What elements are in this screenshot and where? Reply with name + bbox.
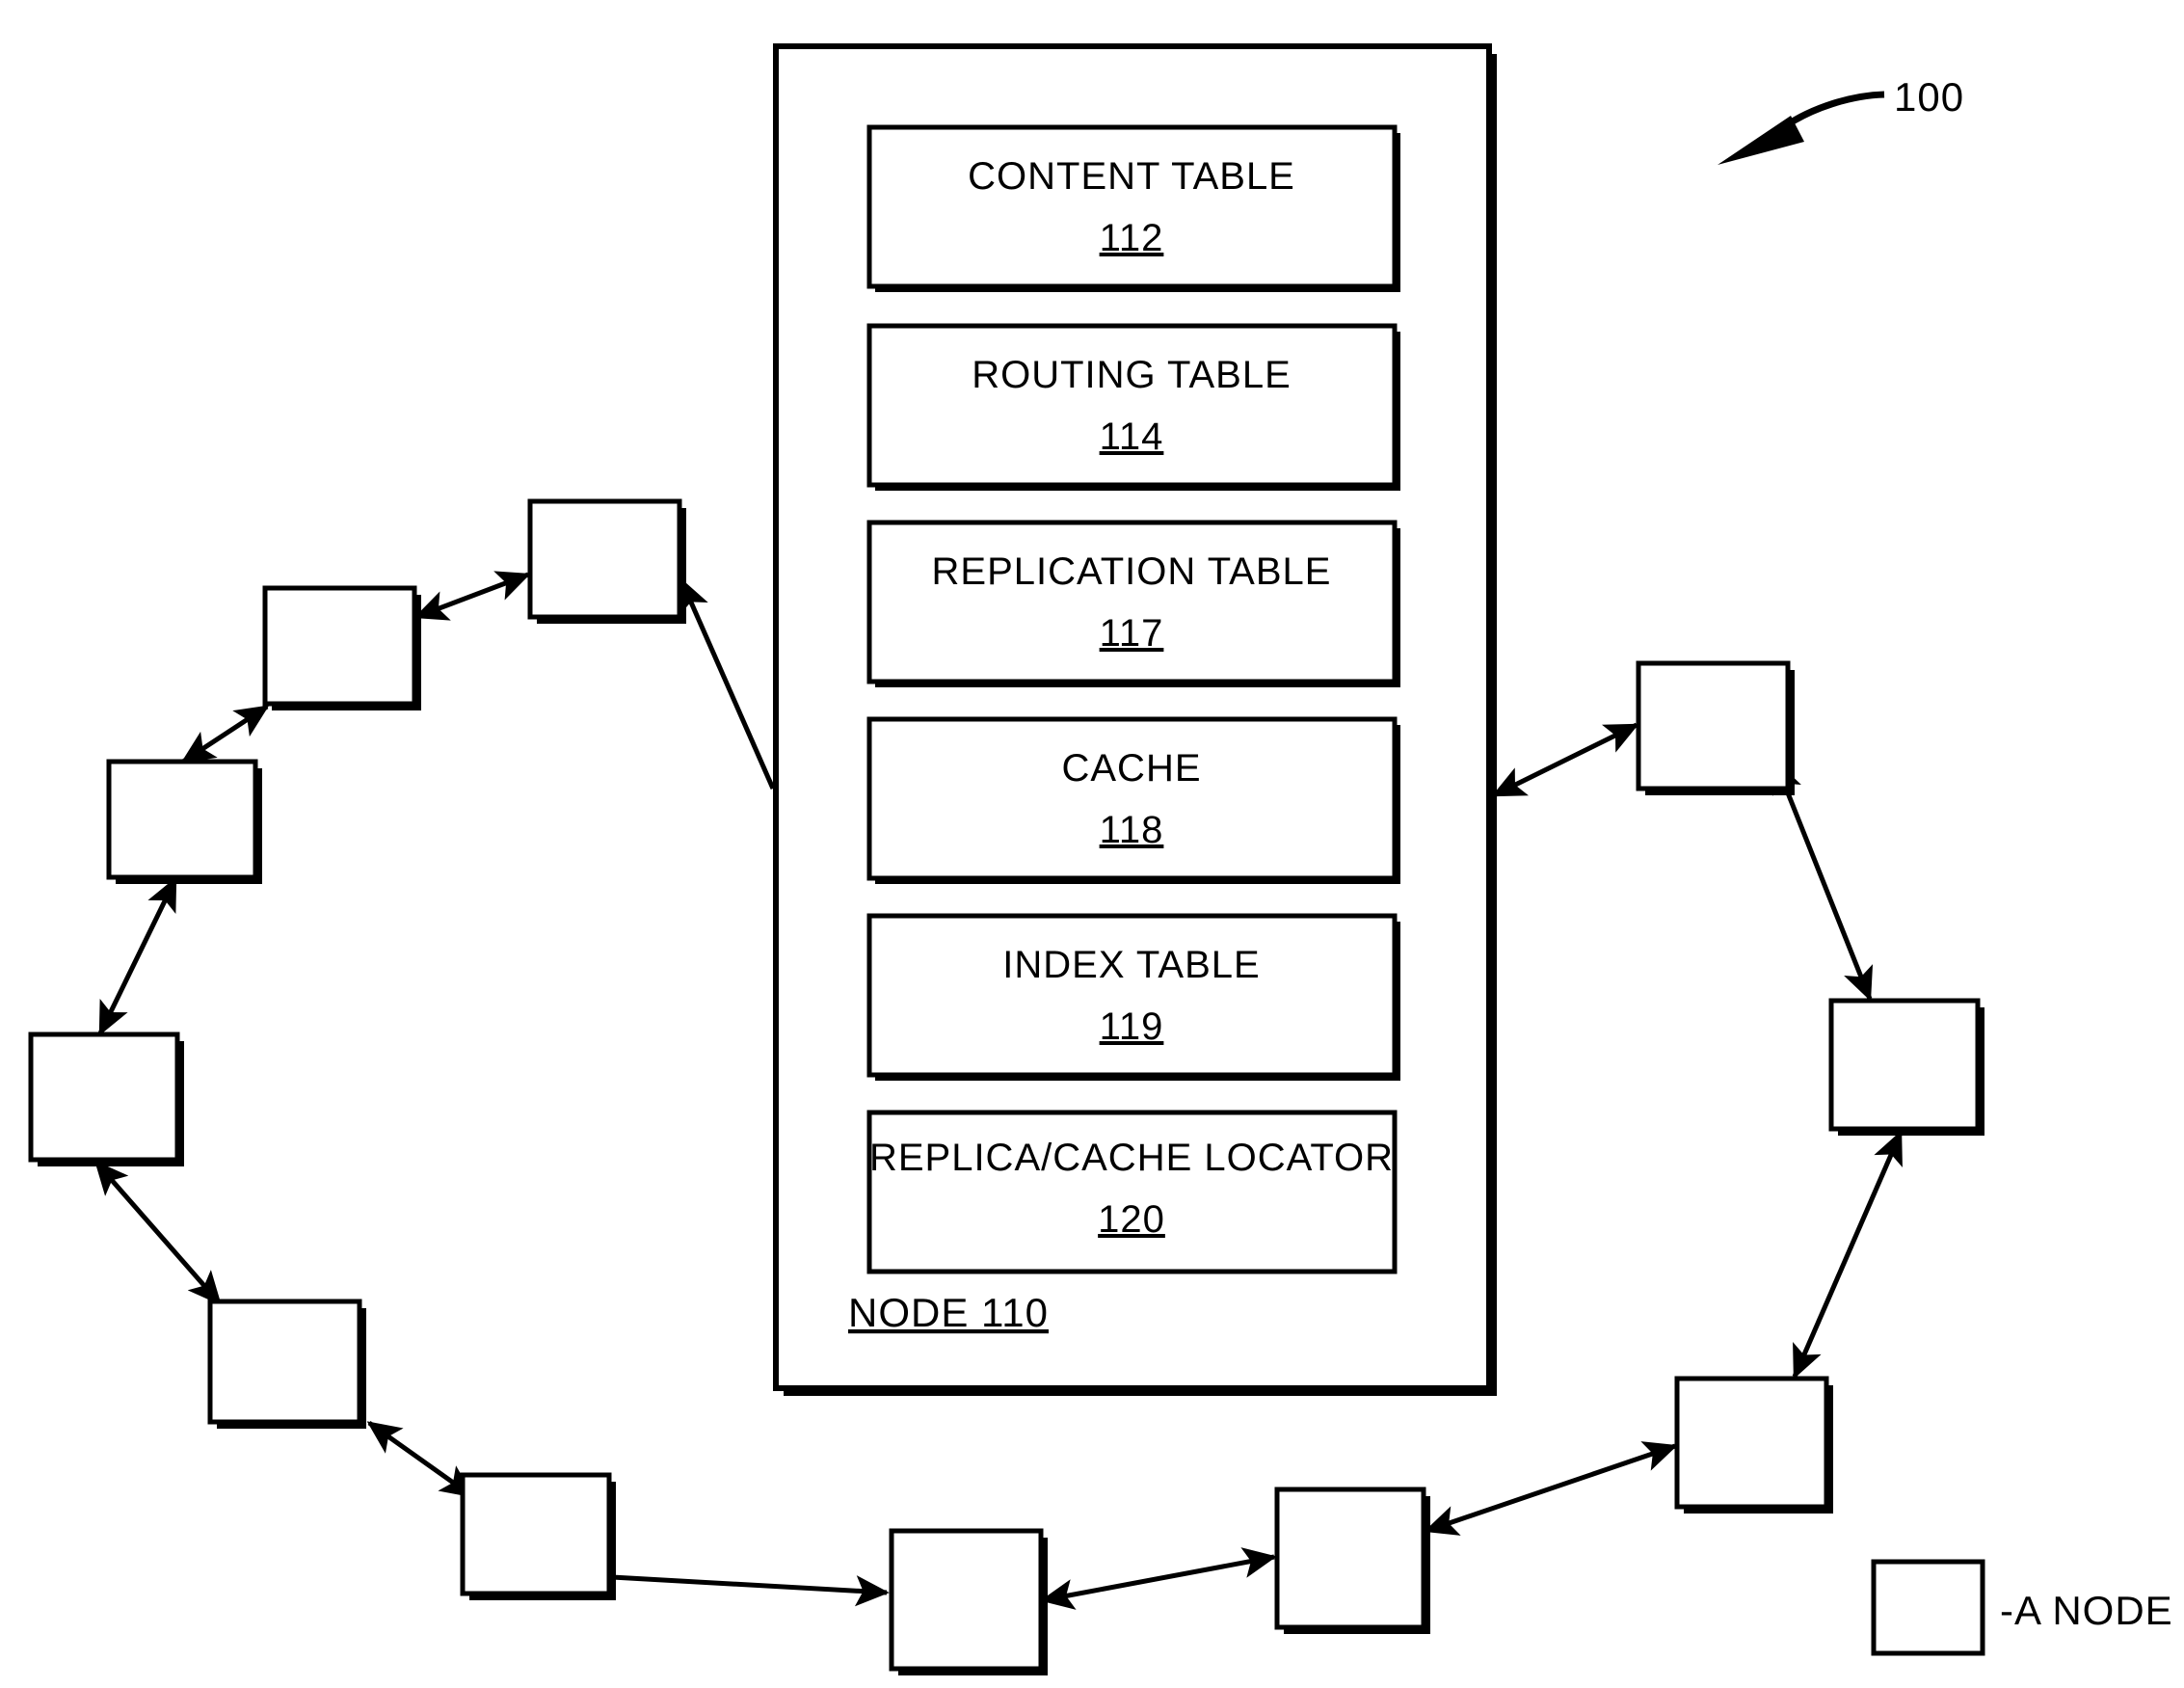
node-ring-6[interactable] <box>460 1472 612 1596</box>
component-replication-table[interactable]: REPLICATION TABLE 117 <box>866 520 1400 687</box>
component-replication-table-outline <box>866 520 1398 684</box>
component-replica-cache-locator-title: REPLICA/CACHE LOCATOR <box>869 1137 1394 1179</box>
connection-2-3 <box>180 704 270 764</box>
component-content-table-number: 112 <box>1100 217 1164 259</box>
node-ring-5[interactable] <box>207 1299 362 1425</box>
reference-leader-arrowhead <box>1718 116 1804 165</box>
node-ring-4[interactable] <box>28 1032 180 1163</box>
node-ring-9[interactable] <box>1674 1376 1829 1510</box>
node-ring-2[interactable] <box>262 585 417 707</box>
reference-leader-curve <box>1783 91 1885 129</box>
component-cache[interactable]: CACHE 118 <box>866 716 1400 884</box>
component-index-table[interactable]: INDEX TABLE 119 <box>866 913 1400 1081</box>
component-replication-table-title: REPLICATION TABLE <box>932 550 1332 593</box>
node-ring-8[interactable] <box>1274 1487 1426 1630</box>
component-routing-table-number: 114 <box>1100 415 1164 458</box>
component-content-table[interactable]: CONTENT TABLE 112 <box>866 124 1400 292</box>
node-ring-11[interactable] <box>1636 660 1791 791</box>
component-cache-outline <box>866 716 1398 881</box>
component-routing-table-title: ROUTING TABLE <box>972 354 1292 396</box>
component-index-table-title: INDEX TABLE <box>1002 944 1260 986</box>
component-replica-cache-locator-number: 120 <box>1098 1198 1165 1241</box>
connection-3-4 <box>97 876 178 1036</box>
component-replica-cache-locator[interactable]: REPLICA/CACHE LOCATOR 120 <box>866 1110 1398 1274</box>
patent-figure-canvas: CONTENT TABLE 112 ROUTING TABLE 114 REPL… <box>0 0 2184 1688</box>
connection-10-11 <box>1771 759 1874 1002</box>
node-110-caption: NODE 110 <box>848 1290 1049 1335</box>
legend: -A NODE <box>1871 1559 2173 1656</box>
component-cache-number: 118 <box>1100 809 1164 851</box>
reference-numeral-100-label: 100 <box>1894 74 1964 120</box>
reference-numeral-100: 100 <box>1718 74 1964 165</box>
network-ring-diagram: CONTENT TABLE 112 ROUTING TABLE 114 REPL… <box>28 43 2173 1675</box>
component-replication-table-number: 117 <box>1100 612 1164 655</box>
connection-6-7 <box>610 1574 890 1607</box>
connection-7-8 <box>1040 1547 1277 1610</box>
component-cache-title: CACHE <box>1061 747 1201 790</box>
node-box-swatch <box>1871 1559 1985 1656</box>
legend-label: -A NODE <box>2000 1588 2173 1633</box>
connection-node110-ring1 <box>679 577 776 790</box>
node-110-container[interactable]: CONTENT TABLE 112 ROUTING TABLE 114 REPL… <box>773 43 1497 1396</box>
component-routing-table[interactable]: ROUTING TABLE 114 <box>866 323 1400 491</box>
connection-4-5 <box>94 1160 222 1306</box>
connection-5-6 <box>366 1420 475 1499</box>
connection-1-2 <box>413 571 531 621</box>
connection-11-node110 <box>1491 722 1639 798</box>
node-ring-7[interactable] <box>889 1528 1044 1672</box>
component-routing-table-outline <box>866 323 1398 488</box>
component-index-table-number: 119 <box>1100 1005 1164 1048</box>
node-ring-1[interactable] <box>527 498 682 620</box>
component-content-table-title: CONTENT TABLE <box>968 155 1295 198</box>
component-content-table-outline <box>866 124 1398 289</box>
node-ring-10[interactable] <box>1828 998 1981 1132</box>
node-ring-3[interactable] <box>106 759 258 880</box>
component-index-table-outline <box>866 913 1398 1078</box>
connection-8-9 <box>1424 1441 1678 1536</box>
connection-9-10 <box>1792 1130 1904 1380</box>
